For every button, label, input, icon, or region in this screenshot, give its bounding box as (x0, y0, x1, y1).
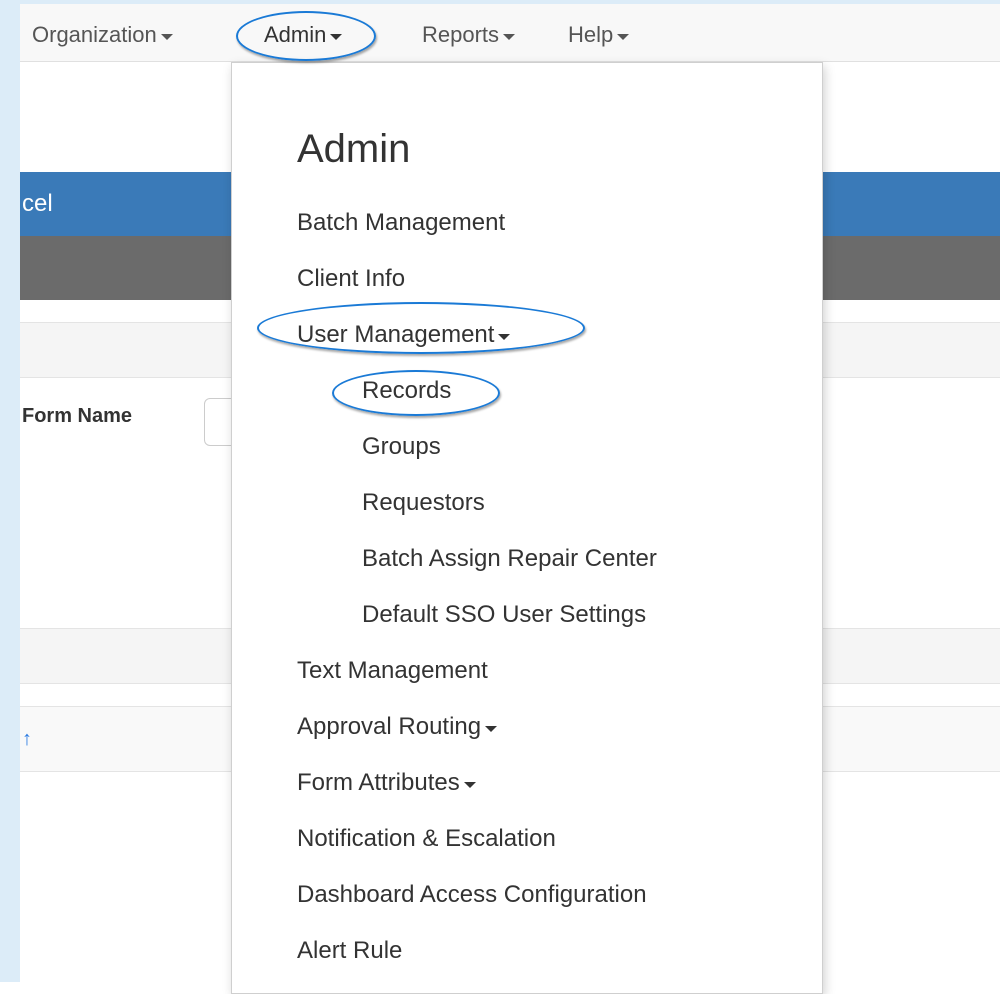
menu-item-label: Alert Rule (297, 937, 403, 964)
menu-item-label: Approval Routing (297, 713, 482, 740)
menu-item-label: Requestors (362, 489, 485, 516)
menu-item-user-management[interactable]: User Management (297, 321, 511, 349)
nav-help[interactable]: Help (568, 22, 630, 48)
dropdown-title: Admin (297, 127, 411, 171)
menu-item-form-attributes[interactable]: Form Attributes (297, 769, 476, 797)
caret-down-icon (617, 34, 630, 40)
menu-item-alert-rule[interactable]: Alert Rule (297, 937, 402, 965)
menu-item-records[interactable]: Records (362, 377, 451, 405)
menu-item-batch-management[interactable]: Batch Management (297, 209, 505, 237)
menu-item-default-sso-user-settings[interactable]: Default SSO User Settings (362, 601, 646, 629)
admin-dropdown-menu: Admin Batch Management Client Info User … (231, 62, 823, 994)
nav-organization-label: Organization (32, 22, 157, 47)
menu-item-label: Batch Assign Repair Center (362, 545, 657, 572)
menu-item-dashboard-access-configuration[interactable]: Dashboard Access Configuration (297, 881, 647, 909)
form-name-label: Form Name (22, 405, 133, 427)
menu-item-label: Notification & Escalation (297, 825, 556, 852)
menu-item-approval-routing[interactable]: Approval Routing (297, 713, 498, 741)
menu-item-batch-assign-repair-center[interactable]: Batch Assign Repair Center (362, 545, 657, 573)
menu-item-groups[interactable]: Groups (362, 433, 441, 461)
menu-item-label: Batch Management (297, 209, 506, 236)
menu-item-requestors[interactable]: Requestors (362, 489, 485, 517)
menu-item-label: Client Info (297, 265, 406, 292)
nav-admin-label: Admin (264, 22, 327, 47)
caret-down-icon (160, 34, 173, 40)
menu-item-label: Dashboard Access Configuration (297, 881, 647, 908)
caret-down-icon (330, 34, 343, 40)
caret-down-icon (485, 726, 498, 732)
menu-item-label: Records (362, 377, 452, 404)
top-navbar: Organization Admin Reports Help (20, 0, 1000, 62)
menu-item-label: User Management (297, 321, 495, 348)
nav-help-label: Help (568, 22, 614, 47)
left-edge-strip (0, 0, 20, 982)
menu-item-label: Groups (362, 433, 441, 460)
caret-down-icon (503, 34, 516, 40)
nav-reports[interactable]: Reports (422, 22, 516, 48)
caret-down-icon (498, 334, 511, 340)
menu-item-label: Text Management (297, 657, 488, 684)
panel-title: cel (22, 190, 53, 217)
menu-item-client-info[interactable]: Client Info (297, 265, 405, 293)
menu-item-notification-escalation[interactable]: Notification & Escalation (297, 825, 556, 853)
menu-item-text-management[interactable]: Text Management (297, 657, 488, 685)
nav-admin[interactable]: Admin (264, 22, 343, 48)
nav-reports-label: Reports (422, 22, 500, 47)
menu-item-label: Default SSO User Settings (362, 601, 647, 628)
caret-down-icon (463, 782, 476, 788)
nav-organization[interactable]: Organization (32, 22, 173, 48)
menu-item-label: Form Attributes (297, 769, 460, 796)
sort-arrow-icon[interactable]: ↑ (22, 728, 32, 751)
